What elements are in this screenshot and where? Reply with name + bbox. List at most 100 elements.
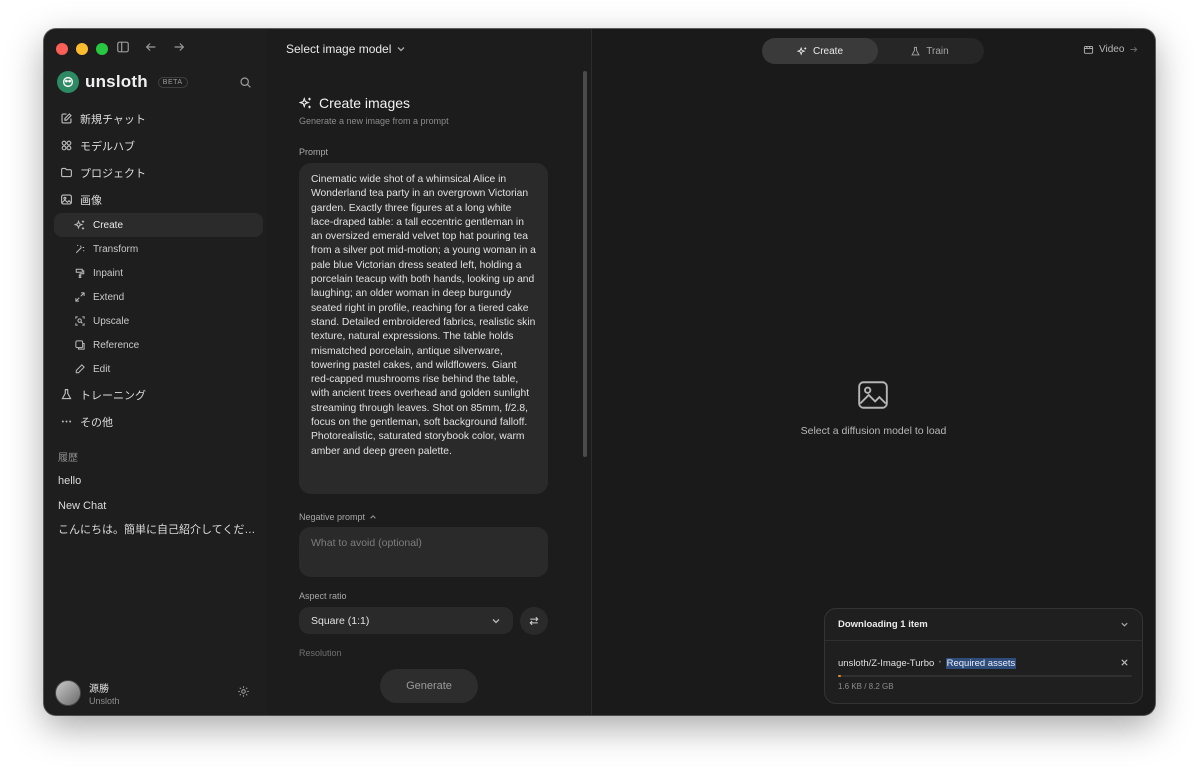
brush-icon xyxy=(75,268,85,278)
upscale-icon xyxy=(75,316,85,326)
video-icon xyxy=(1083,45,1094,54)
model-select-dropdown[interactable]: Select image model xyxy=(286,42,406,56)
download-repo-name: unsloth/Z-Image-Turbo xyxy=(838,658,935,669)
aspect-ratio-label: Aspect ratio xyxy=(299,591,347,601)
model-select-label: Select image model xyxy=(286,42,392,56)
download-item: unsloth/Z-Image-Turbo · Required assets xyxy=(838,653,1129,671)
tab-train[interactable]: Train xyxy=(875,38,984,64)
tab-create-label: Create xyxy=(812,45,843,57)
sidebar-item-label: モデルハブ xyxy=(80,140,135,153)
download-size: 1.6 KB / 8.2 GB xyxy=(838,682,894,691)
download-tag: Required assets xyxy=(945,658,1017,669)
create-form-panel: Select image model Create images Generat… xyxy=(267,29,592,715)
sidebar-subitem-extend[interactable]: Extend xyxy=(54,285,263,309)
minimize-window-button[interactable] xyxy=(76,43,88,55)
sidebar-item-label: トレーニング xyxy=(80,389,146,402)
unsloth-logo-icon xyxy=(57,71,79,93)
swap-arrows-icon xyxy=(529,616,539,626)
negative-prompt-input[interactable]: What to avoid (optional) xyxy=(299,527,548,577)
close-window-button[interactable] xyxy=(56,43,68,55)
sidebar-subitem-inpaint[interactable]: Inpaint xyxy=(54,261,263,285)
mode-switcher: Create Train xyxy=(762,38,984,64)
sidebar-item-model-hub[interactable]: モデルハブ xyxy=(54,132,263,159)
sidebar-subitem-label: Extend xyxy=(93,291,125,303)
sidebar-subitem-label: Edit xyxy=(93,363,111,375)
form-title-text: Create images xyxy=(319,95,411,111)
video-link-label: Video xyxy=(1099,44,1125,55)
swap-dimensions-button[interactable] xyxy=(520,607,548,635)
sidebar-item-training[interactable]: トレーニング xyxy=(54,381,263,408)
tab-create[interactable]: Create xyxy=(762,38,878,64)
sidebar-subitem-label: Transform xyxy=(93,243,139,255)
flask-icon xyxy=(61,389,72,400)
gear-icon[interactable] xyxy=(237,685,250,703)
prompt-textarea[interactable]: Cinematic wide shot of a whimsical Alice… xyxy=(299,163,548,494)
form-subtitle: Generate a new image from a prompt xyxy=(299,116,449,126)
window-controls xyxy=(56,43,108,55)
sidebar-subitem-label: Upscale xyxy=(93,315,130,327)
scrollbar[interactable] xyxy=(583,71,587,457)
form-title: Create images xyxy=(299,95,410,111)
sidebar-item-label: プロジェクト xyxy=(80,167,146,180)
sidebar-item-projects[interactable]: プロジェクト xyxy=(54,159,263,186)
sidebar-subitem-label: Reference xyxy=(93,339,140,351)
sidebar-item-more[interactable]: その他 xyxy=(54,408,263,435)
user-org: Unsloth xyxy=(89,696,120,706)
arrow-right-icon xyxy=(1130,46,1138,53)
sidebar-nav: 新規チャット モデルハブ プロジェクト 画像 Create Transform xyxy=(54,105,263,435)
image-placeholder-icon xyxy=(856,378,890,417)
download-progress-bar xyxy=(838,675,1132,677)
sidebar-subitem-upscale[interactable]: Upscale xyxy=(54,309,263,333)
history-title: 履歴 xyxy=(58,453,78,464)
folder-icon xyxy=(61,167,72,178)
download-panel: Downloading 1 item unsloth/Z-Image-Turbo… xyxy=(824,608,1143,704)
tab-train-label: Train xyxy=(926,45,949,57)
brand-name: unsloth xyxy=(85,72,148,91)
chevron-up-icon xyxy=(370,515,376,519)
maximize-window-button[interactable] xyxy=(96,43,108,55)
sidebar-item-label: その他 xyxy=(80,416,113,429)
model-hub-icon xyxy=(61,140,72,151)
download-panel-header[interactable]: Downloading 1 item xyxy=(825,609,1142,641)
sidebar: unsloth BETA 新規チャット モデルハブ プロジェクト 画像 Crea… xyxy=(44,29,268,715)
negative-prompt-toggle[interactable]: Negative prompt xyxy=(299,512,377,522)
brand[interactable]: unsloth BETA xyxy=(57,71,188,93)
aspect-ratio-value: Square (1:1) xyxy=(311,614,370,627)
sidebar-subitem-reference[interactable]: Reference xyxy=(54,333,263,357)
video-link[interactable]: Video xyxy=(1083,44,1138,55)
download-separator: · xyxy=(937,653,943,670)
sparkle-icon xyxy=(299,96,311,109)
history-list: hello New Chat こんにちは。簡単に自己紹介してくださ… xyxy=(58,469,258,543)
sidebar-subitem-transform[interactable]: Transform xyxy=(54,237,263,261)
forward-arrow-icon[interactable] xyxy=(172,40,186,59)
prompt-label: Prompt xyxy=(299,147,329,157)
sidebar-item-label: 新規チャット xyxy=(80,113,146,126)
history-item[interactable]: hello xyxy=(58,469,258,494)
sidebar-subitem-create[interactable]: Create xyxy=(54,213,263,237)
sidebar-subitem-edit[interactable]: Edit xyxy=(54,357,263,381)
flask-icon xyxy=(911,46,920,55)
canvas-panel: Create Train Video Select a diffusion mo… xyxy=(592,29,1155,715)
download-progress-fill xyxy=(838,675,841,677)
pencil-icon xyxy=(75,364,85,374)
more-icon xyxy=(61,420,72,423)
search-icon[interactable] xyxy=(239,76,252,94)
sidebar-item-new-chat[interactable]: 新規チャット xyxy=(54,105,263,132)
history-item[interactable]: こんにちは。簡単に自己紹介してくださ… xyxy=(58,518,258,543)
generate-button[interactable]: Generate xyxy=(380,669,478,703)
user-profile[interactable]: 源勝 Unsloth xyxy=(55,680,120,706)
window-toolbar xyxy=(116,40,186,59)
aspect-ratio-select[interactable]: Square (1:1) xyxy=(299,607,513,634)
expand-icon xyxy=(75,292,85,302)
new-chat-icon xyxy=(61,113,72,124)
chevron-down-icon xyxy=(1121,622,1128,627)
download-title: Downloading 1 item xyxy=(838,619,928,630)
close-icon[interactable] xyxy=(1120,658,1129,667)
sidebar-item-label: 画像 xyxy=(80,194,102,207)
back-arrow-icon[interactable] xyxy=(144,40,158,59)
sidebar-item-images[interactable]: 画像 xyxy=(54,186,263,213)
sidebar-subitem-label: Create xyxy=(93,219,124,231)
sidebar-toggle-icon[interactable] xyxy=(116,40,130,59)
history-item[interactable]: New Chat xyxy=(58,494,258,519)
empty-state-text: Select a diffusion model to load xyxy=(800,425,947,437)
